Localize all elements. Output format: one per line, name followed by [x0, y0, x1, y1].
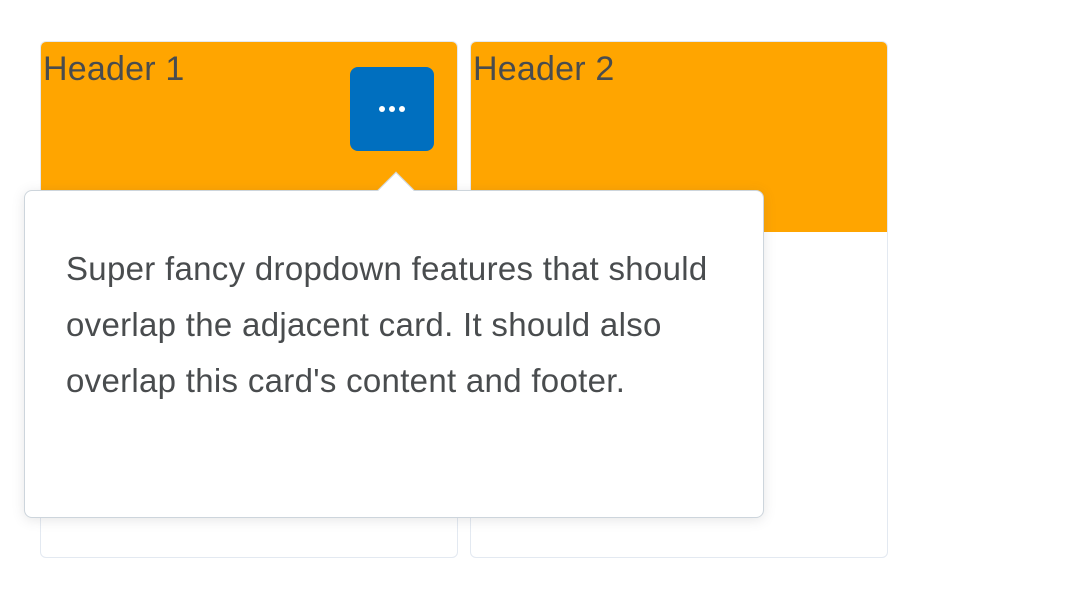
more-options-button[interactable]	[350, 67, 434, 151]
dropdown-content: Super fancy dropdown features that shoul…	[24, 190, 764, 518]
stage: Header 1 Header 2 Super fancy dropdown f…	[0, 0, 1080, 600]
more-horizontal-icon	[379, 106, 405, 112]
card-title: Header 2	[473, 50, 615, 88]
card-title: Header 1	[43, 50, 185, 88]
dropdown-text: Super fancy dropdown features that shoul…	[66, 250, 708, 399]
